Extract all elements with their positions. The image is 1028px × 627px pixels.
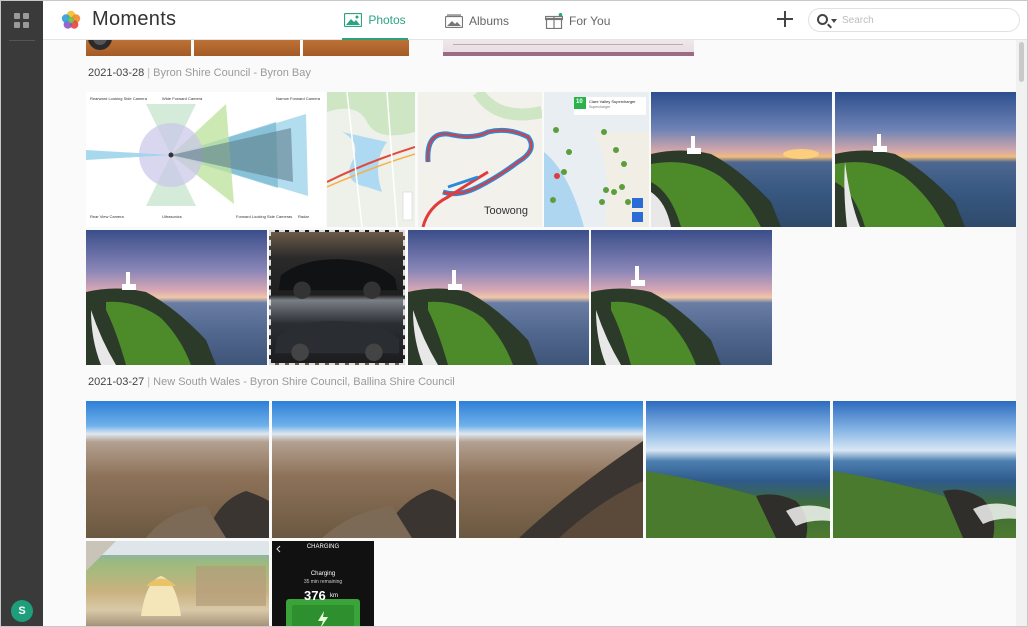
photo-thumbnail[interactable]: [327, 92, 415, 227]
charger-count: 10: [576, 99, 583, 105]
radar-label: Rearward Looking Side Camera: [90, 96, 147, 101]
charger-name: Clare Valley Supercharger: [589, 99, 636, 104]
app-window: S Moments Photos Albums For You Search 2…: [0, 0, 1028, 627]
tab-photos[interactable]: Photos: [342, 1, 408, 40]
photo-thumbnail[interactable]: [86, 40, 191, 56]
photo-thumbnail[interactable]: [269, 230, 405, 365]
charging-remaining: 35 min remaining: [303, 579, 343, 585]
charging-status: Charging: [310, 571, 336, 577]
photo-thumbnail[interactable]: [303, 40, 409, 56]
scrollbar-thumb[interactable]: [1019, 42, 1024, 82]
moment-place[interactable]: New South Wales - Byron Shire Council, B…: [153, 376, 455, 388]
charger-sub: Supercharger: [589, 105, 611, 109]
search-icon[interactable]: [817, 14, 828, 25]
radar-label: Narrow Forward Camera: [276, 96, 321, 101]
radar-label: Radar: [298, 214, 309, 219]
photo-thumbnail[interactable]: [408, 230, 589, 365]
photo-thumbnail[interactable]: [833, 401, 1017, 538]
left-rail: S: [1, 1, 43, 626]
search-input[interactable]: [842, 12, 1012, 28]
albums-icon: [445, 13, 463, 28]
rail-divider: [9, 40, 35, 41]
charging-range-unit: km: [330, 593, 338, 599]
search-box[interactable]: [808, 8, 1020, 32]
photo-thumbnail[interactable]: [86, 541, 269, 626]
photos-icon: [344, 12, 363, 27]
photo-thumbnail[interactable]: CHARGING Charging 35 min remaining 376 k…: [272, 541, 374, 626]
photo-thumbnail[interactable]: [86, 230, 267, 365]
photo-thumbnail[interactable]: [194, 40, 300, 56]
moment-place[interactable]: Byron Shire Council - Byron Bay: [153, 67, 311, 79]
add-button[interactable]: [776, 10, 794, 28]
tab-albums[interactable]: Albums: [445, 1, 509, 40]
photo-thumbnail[interactable]: [443, 40, 694, 56]
moments-logo-icon: [61, 10, 81, 29]
tab-for-you[interactable]: For You: [545, 1, 610, 40]
photo-thumbnail[interactable]: [835, 92, 1016, 227]
photo-timeline: 2021-03-28 | Byron Shire Council - Byron B…: [43, 40, 1017, 626]
radar-label: Wide Forward Camera: [162, 96, 203, 101]
photo-thumbnail[interactable]: [272, 401, 456, 538]
photo-thumbnail[interactable]: [459, 401, 643, 538]
tab-label: Photos: [368, 12, 406, 27]
radar-label: Rear View Camera: [90, 214, 124, 219]
user-avatar[interactable]: S: [11, 600, 33, 622]
moment-date: 2021-03-27: [88, 376, 145, 388]
gift-icon: [545, 12, 563, 29]
charging-range: 376: [304, 588, 326, 603]
photo-thumbnail[interactable]: Toowong: [418, 92, 542, 227]
moment-header: 2021-03-27 | New South Wales - Byron Shire…: [88, 376, 455, 388]
app-grid-icon[interactable]: [14, 13, 30, 29]
map-label: Toowong: [484, 205, 529, 217]
charging-title: CHARGING: [306, 544, 340, 550]
photo-thumbnail[interactable]: Rearward Looking Side Camera Wide Forwar…: [86, 92, 326, 227]
moment-separator: |: [147, 67, 151, 79]
moment-date: 2021-03-28: [88, 67, 145, 79]
app-title: Moments: [92, 8, 177, 30]
tab-label: For You: [569, 13, 611, 28]
radar-label: Ultrasonics: [162, 214, 182, 219]
radar-label: Forward Looking Side Cameras: [236, 214, 293, 219]
photo-thumbnail[interactable]: [651, 92, 832, 227]
photo-thumbnail[interactable]: [591, 230, 772, 365]
tab-label: Albums: [469, 13, 510, 28]
moment-separator: |: [147, 376, 151, 388]
photo-thumbnail[interactable]: 10 Clare Valley Supercharger Supercharge…: [544, 92, 649, 227]
search-dropdown-icon[interactable]: [831, 19, 837, 23]
moment-header: 2021-03-28 | Byron Shire Council - Byron B…: [88, 67, 311, 79]
photo-thumbnail[interactable]: [86, 401, 269, 538]
scrollbar[interactable]: [1016, 40, 1027, 626]
photo-thumbnail[interactable]: [646, 401, 830, 538]
top-bar: Moments Photos Albums For You Search: [43, 1, 1027, 40]
